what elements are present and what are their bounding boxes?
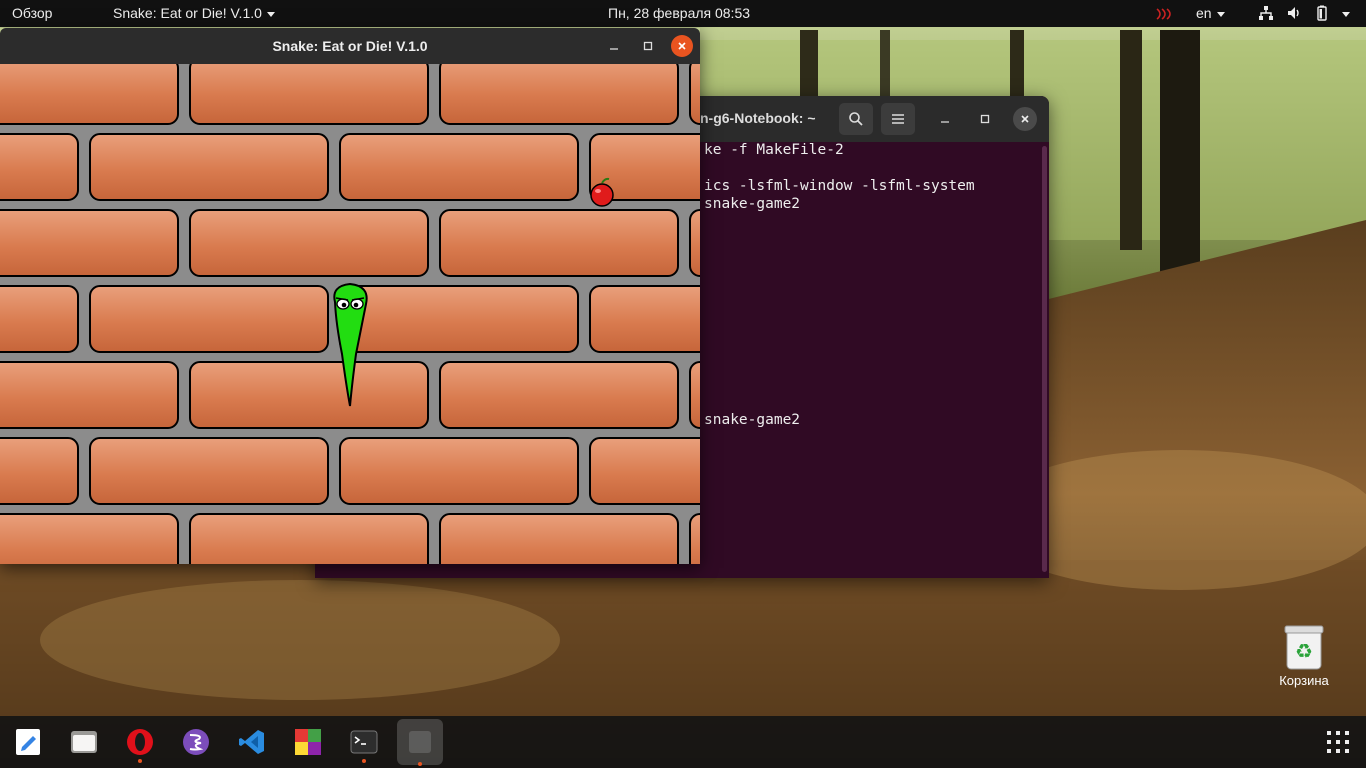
- brick: [0, 64, 179, 125]
- snake-game-window[interactable]: Snake: Eat or Die! V.1.0: [0, 28, 700, 564]
- terminal-line: ics -lsfml-window -lsfml-system: [704, 178, 975, 194]
- brick: [89, 133, 329, 201]
- brick: [339, 437, 579, 505]
- brick: [0, 133, 79, 201]
- network-icon[interactable]: [1258, 0, 1274, 27]
- snake-game-icon: [409, 731, 431, 753]
- activities-button[interactable]: Обзор: [12, 0, 52, 27]
- dock-files[interactable]: [64, 722, 104, 762]
- brick: [89, 437, 329, 505]
- brick: [189, 513, 429, 564]
- chevron-down-icon: [266, 11, 275, 17]
- brick: [689, 64, 700, 125]
- volume-icon[interactable]: [1286, 0, 1302, 27]
- dock-terminal[interactable]: [344, 722, 384, 763]
- dock: [0, 716, 1366, 768]
- language-label: en: [1196, 5, 1212, 21]
- terminal-scrollbar[interactable]: [1042, 146, 1047, 572]
- brick: [189, 209, 429, 277]
- clock[interactable]: Пн, 28 февраля 08:53: [608, 0, 750, 27]
- terminal-line: ke -f MakeFile-2: [704, 142, 844, 158]
- brick: [589, 437, 700, 505]
- opera-icon: [127, 729, 153, 755]
- vscode-icon: [239, 730, 264, 754]
- brick: [189, 64, 429, 125]
- brick: [439, 209, 679, 277]
- running-indicator: [362, 759, 366, 763]
- brick-wall-background: [0, 64, 700, 564]
- dock-text-editor[interactable]: [8, 722, 48, 762]
- game-app-icon: [295, 729, 321, 755]
- brick: [0, 361, 179, 429]
- files-icon: [71, 731, 97, 753]
- game-header[interactable]: Snake: Eat or Die! V.1.0: [0, 28, 700, 64]
- close-icon[interactable]: [1013, 107, 1037, 131]
- brick: [439, 361, 679, 429]
- game-title: Snake: Eat or Die! V.1.0: [272, 38, 428, 54]
- brick: [339, 285, 579, 353]
- chevron-down-icon: [1216, 11, 1225, 17]
- running-indicator: [138, 759, 142, 763]
- hamburger-menu-icon[interactable]: [881, 103, 915, 135]
- dock-snake-game[interactable]: [397, 719, 443, 766]
- brick: [439, 513, 679, 564]
- brick: [589, 285, 700, 353]
- dock-vscode[interactable]: [232, 722, 272, 762]
- brick: [0, 209, 179, 277]
- running-indicator: [418, 762, 422, 766]
- brick: [0, 437, 79, 505]
- app-grid-icon: [1327, 731, 1349, 753]
- brick: [689, 361, 700, 429]
- terminal-line: snake-game2: [704, 412, 801, 428]
- terminal-icon: [350, 730, 378, 754]
- remote-desktop-icon[interactable]: [1154, 0, 1172, 27]
- brick: [89, 285, 329, 353]
- top-bar: Обзор Snake: Eat or Die! V.1.0 Пн, 28 фе…: [0, 0, 1366, 27]
- trash-desktop-icon[interactable]: ♻ Корзина: [1272, 624, 1336, 688]
- app-menu[interactable]: Snake: Eat or Die! V.1.0: [113, 0, 275, 27]
- maximize-icon[interactable]: [973, 107, 997, 131]
- brick: [189, 361, 429, 429]
- trash-label: Корзина: [1279, 673, 1329, 688]
- text-editor-icon: [16, 729, 40, 755]
- game-canvas[interactable]: [0, 64, 700, 564]
- dock-emacs[interactable]: [176, 722, 216, 762]
- minimize-icon[interactable]: [933, 107, 957, 131]
- dock-opera[interactable]: [120, 722, 160, 763]
- minimize-icon[interactable]: [603, 35, 625, 57]
- close-icon[interactable]: [671, 35, 693, 57]
- brick: [0, 285, 79, 353]
- brick: [439, 64, 679, 125]
- maximize-icon[interactable]: [637, 35, 659, 57]
- battery-icon[interactable]: [1314, 0, 1330, 27]
- brick: [339, 133, 579, 201]
- dock-game-app[interactable]: [288, 722, 328, 762]
- brick: [0, 513, 179, 564]
- language-selector[interactable]: en: [1196, 0, 1225, 27]
- brick: [689, 513, 700, 564]
- search-icon[interactable]: [839, 103, 873, 135]
- trash-icon: ♻: [1284, 625, 1324, 670]
- brick: [689, 209, 700, 277]
- app-menu-label: Snake: Eat or Die! V.1.0: [113, 5, 262, 21]
- terminal-title: n-g6-Notebook: ~: [700, 110, 816, 126]
- svg-text:♻: ♻: [1295, 639, 1313, 663]
- show-applications-button[interactable]: [1318, 722, 1358, 762]
- emacs-icon: [183, 729, 209, 755]
- terminal-line: snake-game2: [704, 196, 801, 212]
- system-menu-chevron-icon[interactable]: [1342, 0, 1350, 27]
